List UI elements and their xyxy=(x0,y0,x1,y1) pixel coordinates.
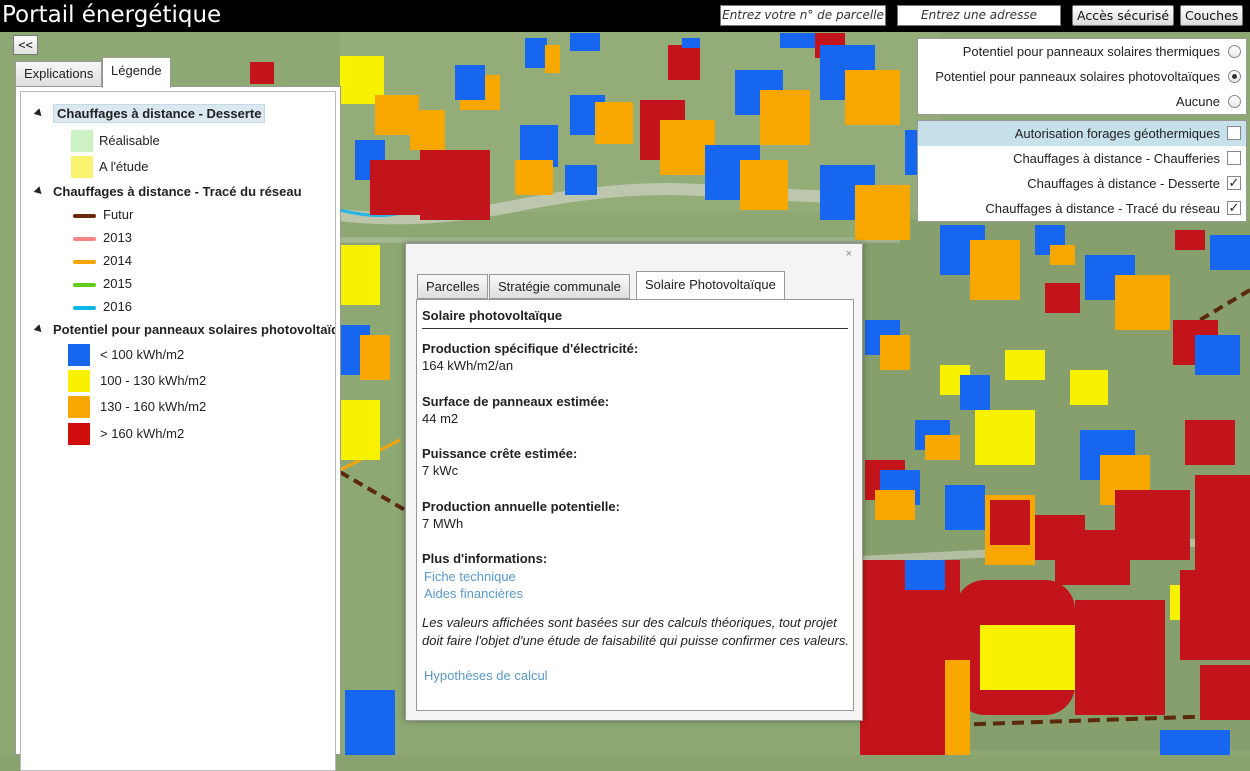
tab-legende[interactable]: Légende xyxy=(102,57,171,88)
field-label: Puissance crête estimée: xyxy=(422,446,578,461)
tab-parcelles[interactable]: Parcelles xyxy=(417,274,489,299)
close-icon[interactable]: × xyxy=(846,248,852,260)
swatch-a-letude xyxy=(71,156,93,178)
address-input[interactable]: Entrez une adresse xyxy=(897,5,1061,26)
layer-label: Chauffages à distance - Desserte xyxy=(1027,176,1220,191)
legend-group-desserte[interactable]: Chauffages à distance - Desserte xyxy=(33,104,266,123)
checkbox[interactable] xyxy=(1227,151,1241,165)
swatch-realisable xyxy=(71,130,93,152)
tab-strategie-communale[interactable]: Stratégie communale xyxy=(489,274,630,299)
layers-button[interactable]: Couches xyxy=(1180,5,1244,26)
swatch-gt-160 xyxy=(68,423,90,445)
legend-item-label: > 160 kWh/m2 xyxy=(100,426,185,441)
line-swatch-2015 xyxy=(73,283,96,287)
checkbox[interactable] xyxy=(1227,126,1241,140)
legend-tree: Chauffages à distance - Desserte Réalisa… xyxy=(20,91,336,771)
link-hypotheses-calcul[interactable]: Hypothèses de calcul xyxy=(424,668,548,683)
field-value: 44 m2 xyxy=(422,411,459,426)
legend-item-label: Futur xyxy=(103,207,134,222)
field-value: 164 kWh/m2/an xyxy=(422,358,514,373)
legend-item-label: < 100 kWh/m2 xyxy=(100,347,185,362)
expand-triangle-icon[interactable] xyxy=(33,108,45,119)
field-label: Production annuelle potentielle: xyxy=(422,499,620,514)
base-layer-radios: Potentiel pour panneaux solaires thermiq… xyxy=(917,38,1247,115)
legend-group-pv[interactable]: Potentiel pour panneaux solaires photovo… xyxy=(33,322,336,337)
layer-check-chaufferies[interactable]: Chauffages à distance - Chaufferies xyxy=(918,146,1246,171)
layers-panel: Potentiel pour panneaux solaires thermiq… xyxy=(917,38,1247,222)
layer-check-desserte[interactable]: Chauffages à distance - Desserte ✓ xyxy=(918,171,1246,196)
layer-label: Potentiel pour panneaux solaires photovo… xyxy=(935,69,1220,84)
swatch-lt-100 xyxy=(68,344,90,366)
line-swatch-2013 xyxy=(73,237,96,241)
legend-item-label: 2013 xyxy=(103,230,132,245)
expand-triangle-icon[interactable] xyxy=(33,324,45,335)
layer-radio-photovoltaic[interactable]: Potentiel pour panneaux solaires photovo… xyxy=(918,64,1246,89)
layer-label: Autorisation forages géothermiques xyxy=(1014,126,1220,141)
legend-group-title: Chauffages à distance - Tracé du réseau xyxy=(53,184,302,199)
layer-check-geothermal[interactable]: Autorisation forages géothermiques xyxy=(918,121,1246,146)
layer-check-trace[interactable]: Chauffages à distance - Tracé du réseau … xyxy=(918,196,1246,221)
info-popup: × Parcelles Stratégie communale Solaire … xyxy=(405,243,863,721)
layer-label: Chauffages à distance - Tracé du réseau xyxy=(985,201,1220,216)
popup-content: Solaire photovoltaïque Production spécif… xyxy=(416,299,854,711)
tab-solaire-photovoltaique[interactable]: Solaire Photovoltaïque xyxy=(636,271,785,300)
legend-group-title: Potentiel pour panneaux solaires photovo… xyxy=(53,322,336,337)
layer-label: Potentiel pour panneaux solaires thermiq… xyxy=(962,44,1220,59)
overlay-layer-checks: Autorisation forages géothermiques Chauf… xyxy=(917,120,1247,222)
legend-item-label: 2014 xyxy=(103,253,132,268)
layer-radio-thermal[interactable]: Potentiel pour panneaux solaires thermiq… xyxy=(918,39,1246,64)
app-title: Portail énergétique xyxy=(2,2,222,28)
legend-item-label: 130 - 160 kWh/m2 xyxy=(100,399,207,414)
link-aides-financieres[interactable]: Aides financières xyxy=(424,586,523,601)
swatch-130-160 xyxy=(68,396,90,418)
tab-explications[interactable]: Explications xyxy=(15,61,103,87)
field-value: 7 kWc xyxy=(422,463,459,478)
line-swatch-2014 xyxy=(73,260,96,264)
field-value: 7 MWh xyxy=(422,516,464,531)
popup-heading: Solaire photovoltaïque xyxy=(422,308,848,329)
field-label: Production spécifique d'électricité: xyxy=(422,341,639,356)
layer-label: Aucune xyxy=(1175,94,1220,109)
radio-button[interactable] xyxy=(1228,45,1241,58)
expand-triangle-icon[interactable] xyxy=(33,186,45,197)
legend-item-label: Réalisable xyxy=(99,133,160,148)
line-swatch-futur xyxy=(73,214,96,218)
parcel-input[interactable]: Entrez votre n° de parcelle xyxy=(720,5,886,26)
legend-item-label: 100 - 130 kWh/m2 xyxy=(100,373,207,388)
legend-group-trace[interactable]: Chauffages à distance - Tracé du réseau xyxy=(33,184,302,199)
layer-label: Chauffages à distance - Chaufferies xyxy=(1013,151,1220,166)
link-fiche-technique[interactable]: Fiche technique xyxy=(424,569,516,584)
legend-item-label: 2016 xyxy=(103,299,132,314)
line-swatch-2016 xyxy=(73,306,96,310)
field-label: Surface de panneaux estimée: xyxy=(422,394,610,409)
layer-radio-none[interactable]: Aucune xyxy=(918,89,1246,114)
collapse-panel-button[interactable]: << xyxy=(13,35,38,55)
secure-access-button[interactable]: Accès sécurisé xyxy=(1072,5,1175,26)
legend-group-title: Chauffages à distance - Desserte xyxy=(53,104,266,123)
checkbox-checked[interactable]: ✓ xyxy=(1227,176,1241,190)
disclaimer-note: Les valeurs affichées sont basées sur de… xyxy=(422,615,849,648)
top-bar: Portail énergétique Entrez votre n° de p… xyxy=(0,0,1250,32)
more-info-label: Plus d'informations: xyxy=(422,551,548,566)
radio-button-selected[interactable] xyxy=(1228,70,1241,83)
swatch-100-130 xyxy=(68,370,90,392)
legend-item-label: 2015 xyxy=(103,276,132,291)
legend-panel: Chauffages à distance - Desserte Réalisa… xyxy=(15,86,341,771)
radio-button[interactable] xyxy=(1228,95,1241,108)
checkbox-checked[interactable]: ✓ xyxy=(1227,201,1241,215)
legend-item-label: A l'étude xyxy=(99,159,149,174)
